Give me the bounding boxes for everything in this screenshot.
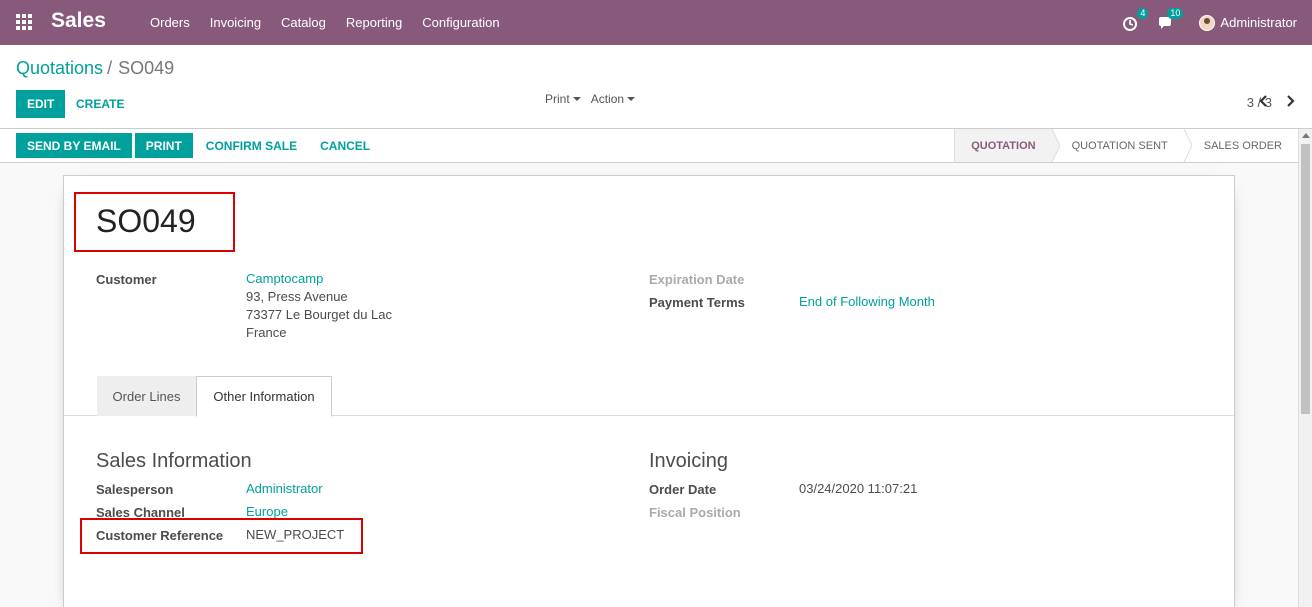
print-button[interactable]: PRINT: [134, 133, 193, 158]
stage-arrow-icon: [1043, 129, 1060, 162]
breadcrumb-quotations[interactable]: Quotations: [16, 58, 103, 78]
messages-chat-icon[interactable]: 10: [1157, 7, 1184, 32]
user-name: Administrator: [1220, 15, 1297, 30]
salesperson-label: Salesperson: [96, 482, 174, 497]
record-title: SO049: [96, 203, 196, 239]
stage-quotation-sent[interactable]: QUOTATION SENT: [1052, 129, 1192, 162]
print-dropdown-label: Print: [545, 92, 570, 106]
tab-other-information[interactable]: Other Information: [196, 376, 332, 417]
customer-label: Customer: [96, 272, 157, 287]
top-navbar: Sales Orders Invoicing Catalog Reporting…: [0, 0, 1312, 45]
order-date-value: 03/24/2020 11:07:21: [799, 481, 918, 496]
page-scrollbar[interactable]: [1298, 129, 1312, 607]
notebook-tabs: Order Lines Other Information: [64, 376, 1234, 417]
activity-badge: 4: [1137, 7, 1149, 19]
invoicing-title: Invoicing: [649, 450, 728, 472]
stage-quotation-label: QUOTATION: [971, 139, 1036, 152]
menu-invoicing[interactable]: Invoicing: [200, 15, 271, 30]
menu-catalog[interactable]: Catalog: [271, 15, 336, 30]
caret-down-icon: [572, 97, 581, 101]
send-by-email-button[interactable]: SEND BY EMAIL: [16, 133, 132, 158]
menu-orders[interactable]: Orders: [140, 15, 200, 30]
activity-clock-icon[interactable]: 4: [1122, 7, 1149, 32]
expiration-date-label: Expiration Date: [649, 272, 745, 287]
stage-sales-order[interactable]: SALES ORDER: [1184, 129, 1298, 162]
stage-quotation[interactable]: QUOTATION: [955, 129, 1060, 162]
customer-link[interactable]: Camptocamp: [246, 270, 323, 288]
stage-sales-order-label: SALES ORDER: [1203, 139, 1282, 152]
breadcrumb: Quotations / SO049: [16, 58, 174, 79]
confirm-sale-button[interactable]: CONFIRM SALE: [196, 133, 307, 158]
stage-quotation-sent-label: QUOTATION SENT: [1071, 139, 1168, 152]
customer-reference-label: Customer Reference: [96, 528, 224, 543]
salesperson-link[interactable]: Administrator: [246, 480, 323, 498]
menu-configuration[interactable]: Configuration: [412, 15, 509, 30]
menu-reporting[interactable]: Reporting: [336, 15, 412, 30]
messages-badge: 10: [1167, 7, 1184, 19]
create-button[interactable]: CREATE: [66, 90, 134, 118]
control-panel: Quotations / SO049 EDIT CREATE Print Actio…: [0, 45, 1312, 129]
breadcrumb-separator: /: [107, 58, 113, 78]
stage-arrow-icon: [1175, 129, 1192, 162]
statusbar: SEND BY EMAIL PRINT CONFIRM SALE CANCEL …: [0, 129, 1298, 163]
scroll-thumb[interactable]: [1301, 144, 1310, 414]
stage-pipeline: QUOTATION QUOTATION SENT SALES ORDER: [954, 129, 1298, 162]
payment-terms-label: Payment Terms: [649, 295, 745, 310]
fiscal-position-label: Fiscal Position: [649, 505, 741, 520]
main-menu: Orders Invoicing Catalog Reporting Confi…: [140, 0, 510, 45]
app-brand[interactable]: Sales: [51, 9, 106, 33]
customer-address-line-1: 93, Press Avenue: [246, 289, 348, 304]
customer-reference-value: NEW_PROJECT: [246, 527, 345, 542]
user-avatar: [1199, 14, 1216, 31]
form-sheet: SO049 Customer Camptocamp 93, Press Aven…: [63, 175, 1235, 607]
order-date-label: Order Date: [649, 482, 717, 497]
cancel-button[interactable]: CANCEL: [310, 133, 380, 158]
scroll-up-arrow-icon[interactable]: [1302, 133, 1310, 138]
sales-information-title: Sales Information: [96, 450, 252, 472]
pager-nav: [1246, 93, 1298, 109]
apps-menu-icon[interactable]: [16, 14, 34, 30]
edit-button[interactable]: EDIT: [16, 90, 66, 118]
payment-terms-link[interactable]: End of Following Month: [799, 293, 935, 311]
print-dropdown[interactable]: Print: [545, 92, 581, 106]
caret-down-icon: [627, 97, 636, 101]
chevron-left-icon[interactable]: [1256, 93, 1272, 109]
breadcrumb-current: SO049: [118, 58, 175, 78]
tab-order-lines[interactable]: Order Lines: [97, 376, 196, 416]
sidebar-dropdowns: Print Action: [545, 92, 645, 106]
action-dropdown-label: Action: [590, 92, 625, 106]
chevron-right-icon[interactable]: [1282, 93, 1298, 109]
systray: 4 10 Administrator: [1122, 0, 1312, 45]
action-dropdown[interactable]: Action: [590, 92, 636, 106]
statusbar-buttons: SEND BY EMAIL PRINT CONFIRM SALE CANCEL: [16, 133, 383, 158]
customer-address-line-2: 73377 Le Bourget du Lac: [246, 307, 393, 322]
user-menu[interactable]: Administrator: [1199, 14, 1297, 31]
customer-address-line-3: France: [246, 325, 287, 340]
